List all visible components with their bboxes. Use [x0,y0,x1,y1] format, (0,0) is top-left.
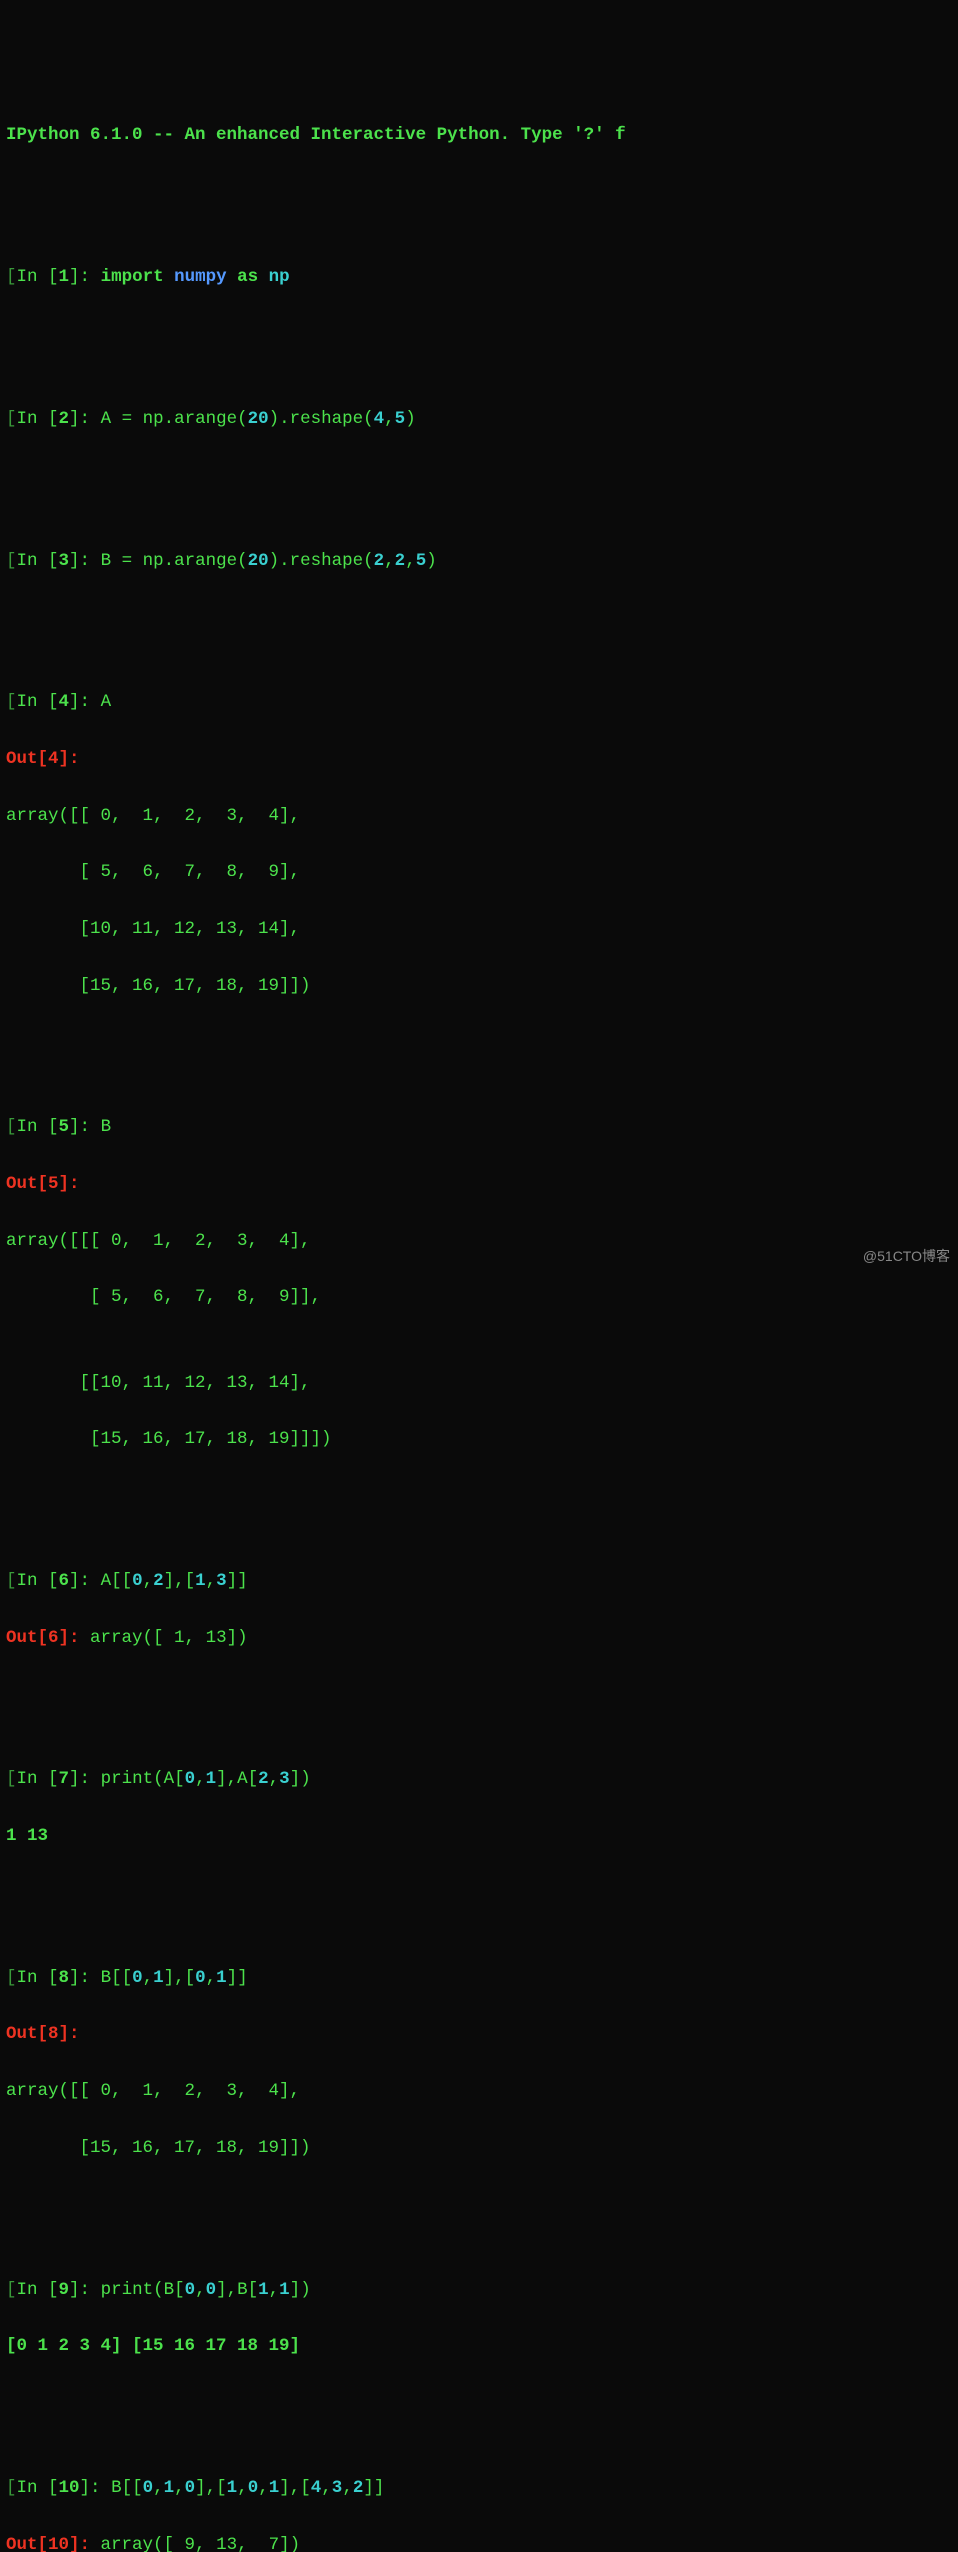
in-prompt-3[interactable]: [In [3]: B = np.arange(20).reshape(2,2,5… [6,547,952,575]
in-prompt-1[interactable]: [In [1]: import numpy as np [6,263,952,291]
in-prompt-2[interactable]: [In [2]: A = np.arange(20).reshape(4,5) [6,405,952,433]
out-prompt-4: Out[4]: [6,745,952,773]
out-value: [10, 11, 12, 13, 14], [6,915,952,943]
out-value: [15, 16, 17, 18, 19]]]) [6,1425,952,1453]
in-prompt-8[interactable]: [In [8]: B[[0,1],[0,1]] [6,1964,952,1992]
out-value: array([ 1, 13]) [90,1628,248,1648]
out-prompt-6: Out[6]: array([ 1, 13]) [6,1624,952,1652]
blank-line [6,603,952,631]
blank-line [6,2190,952,2218]
blank-line [6,1028,952,1056]
in-prompt-5[interactable]: [In [5]: B [6,1113,952,1141]
in-prompt-6[interactable]: [In [6]: A[[0,2],[1,3]] [6,1567,952,1595]
out-value: array([ 9, 13, 7]) [101,2535,301,2552]
keyword-as: as [237,267,258,287]
blank-line [6,178,952,206]
out-value: [ 5, 6, 7, 8, 9]], [6,1283,952,1311]
in-prompt-4[interactable]: [In [4]: A [6,688,952,716]
out-value: [ 5, 6, 7, 8, 9], [6,858,952,886]
blank-line [6,1680,952,1708]
in-prompt-10[interactable]: [In [10]: B[[0,1,0],[1,0,1],[4,3,2]] [6,2474,952,2502]
blank-line [6,1879,952,1907]
out-value: array([[ 0, 1, 2, 3, 4], [6,2077,952,2105]
keyword-import: import [101,267,164,287]
blank-line [6,2389,952,2417]
module-numpy: numpy [174,267,227,287]
stdout: [0 1 2 3 4] [15 16 17 18 19] [6,2332,952,2360]
watermark: @51CTO博客 [863,1245,950,1268]
in-prompt-9[interactable]: [In [9]: print(B[0,0],B[1,1]) [6,2276,952,2304]
out-prompt-10: Out[10]: array([ 9, 13, 7]) [6,2531,952,2552]
out-value: [[10, 11, 12, 13, 14], [6,1369,952,1397]
header-text: IPython 6.1.0 -- An enhanced Interactive… [6,125,626,145]
out-value: [15, 16, 17, 18, 19]]) [6,2134,952,2162]
out-value: [15, 16, 17, 18, 19]]) [6,972,952,1000]
blank-line [6,1482,952,1510]
alias-np: np [269,267,290,287]
ipython-header: IPython 6.1.0 -- An enhanced Interactive… [6,121,952,149]
out-prompt-5: Out[5]: [6,1170,952,1198]
out-value: array([[ 0, 1, 2, 3, 4], [6,802,952,830]
blank-line [6,462,952,490]
blank-line [6,320,952,348]
in-prompt-7[interactable]: [In [7]: print(A[0,1],A[2,3]) [6,1765,952,1793]
out-prompt-8: Out[8]: [6,2020,952,2048]
stdout: 1 13 [6,1822,952,1850]
out-value: array([[[ 0, 1, 2, 3, 4], [6,1227,952,1255]
